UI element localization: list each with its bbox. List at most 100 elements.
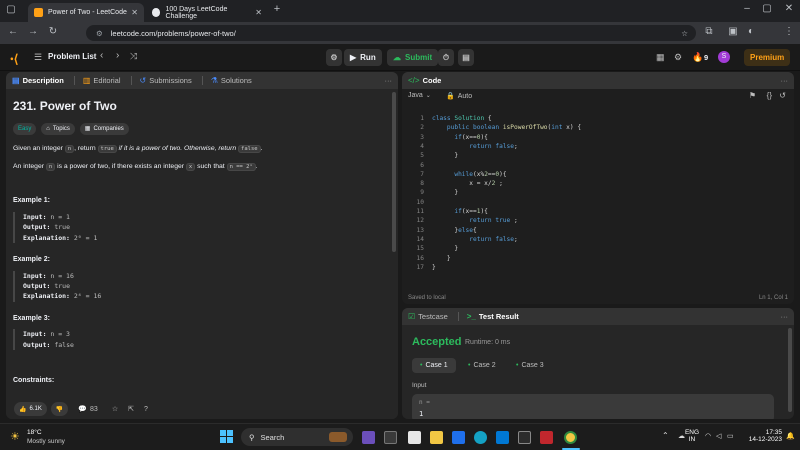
weather-sun-icon[interactable]: ☀ bbox=[10, 430, 20, 443]
code-line[interactable]: return false; bbox=[432, 235, 517, 244]
browser-tab-challenge[interactable]: 100 Days LeetCode Challenge ✕ bbox=[146, 3, 268, 22]
taskbar-search[interactable]: ⚲ Search bbox=[241, 428, 353, 446]
leetcode-logo-icon[interactable]: ꞏ⟨ bbox=[10, 50, 18, 67]
scrollbar[interactable] bbox=[788, 328, 792, 412]
tab-submissions[interactable]: ↺ Submissions bbox=[140, 76, 192, 85]
more-icon[interactable]: ··· bbox=[781, 312, 789, 321]
clock[interactable]: 17:35 14-12-2023 bbox=[742, 429, 782, 443]
tab-description[interactable]: ▤ Description bbox=[12, 76, 64, 85]
code-line[interactable]: }else{ bbox=[432, 226, 476, 235]
windows-start-icon[interactable] bbox=[220, 430, 233, 443]
bookmark-star-icon[interactable]: ☆ bbox=[681, 29, 688, 38]
battery-icon[interactable]: ▭ bbox=[727, 432, 734, 440]
more-icon[interactable]: ··· bbox=[385, 76, 393, 85]
comment-icon[interactable]: 💬 bbox=[78, 405, 87, 413]
extension-icon[interactable]: ⧉ bbox=[702, 26, 716, 37]
debug-icon[interactable]: ⚙ bbox=[326, 49, 342, 66]
dislike-button[interactable]: 👎 bbox=[50, 402, 69, 416]
format-braces-icon[interactable]: {} bbox=[767, 91, 772, 100]
close-icon[interactable]: ✕ bbox=[255, 8, 262, 17]
code-line[interactable]: } bbox=[432, 244, 458, 253]
code-line[interactable]: } bbox=[432, 254, 451, 263]
code-line[interactable]: } bbox=[432, 263, 436, 272]
address-bar[interactable]: ⚙ leetcode.com/problems/power-of-two/ ☆ bbox=[86, 25, 696, 41]
copilot-icon[interactable] bbox=[362, 431, 375, 444]
back-icon[interactable]: ← bbox=[6, 26, 20, 37]
tab-search-icon[interactable]: ▢ bbox=[4, 4, 18, 15]
prev-problem-icon[interactable]: ‹ bbox=[100, 50, 103, 61]
code-line[interactable]: if(x==0){ bbox=[432, 133, 488, 142]
file-explorer-icon[interactable] bbox=[430, 431, 443, 444]
close-icon[interactable]: ✕ bbox=[131, 8, 138, 17]
minimize-icon[interactable]: – bbox=[740, 3, 754, 14]
shuffle-icon[interactable]: ⤨ bbox=[130, 51, 137, 62]
case-tab-2[interactable]: • Case 2 bbox=[462, 358, 502, 373]
chevron-up-icon[interactable]: ⌃ bbox=[662, 431, 669, 440]
case-tab-1[interactable]: • Case 1 bbox=[412, 358, 456, 373]
notepad-icon[interactable] bbox=[408, 431, 421, 444]
share-icon[interactable]: ⇱ bbox=[128, 405, 134, 413]
code-line[interactable]: return true ; bbox=[432, 216, 517, 225]
layout-icon[interactable]: ▦ bbox=[656, 52, 665, 63]
like-button[interactable]: 👍 6.1K bbox=[14, 402, 47, 416]
reset-icon[interactable]: ↺ bbox=[779, 91, 786, 100]
code-line[interactable]: while(x%2==0){ bbox=[432, 170, 506, 179]
profile-icon[interactable]: ◐ bbox=[744, 26, 758, 37]
chrome-icon[interactable] bbox=[564, 431, 577, 444]
premium-button[interactable]: Premium bbox=[744, 49, 791, 66]
scrollbar[interactable] bbox=[392, 92, 396, 252]
wifi-icon[interactable]: ◠ bbox=[705, 432, 711, 440]
forward-icon[interactable]: → bbox=[26, 26, 40, 37]
notification-icon[interactable]: 🔔 bbox=[786, 432, 795, 440]
companies-tag[interactable]: ▦ Companies bbox=[79, 123, 129, 135]
vscode-icon[interactable] bbox=[518, 431, 531, 444]
volume-icon[interactable]: ◁ bbox=[716, 432, 721, 440]
browser-tab-leetcode[interactable]: Power of Two - LeetCode ✕ bbox=[28, 3, 144, 22]
bookmark-icon[interactable]: ⚑ bbox=[749, 91, 756, 100]
language-select[interactable]: Java ⌄ bbox=[408, 92, 431, 99]
edge-icon[interactable] bbox=[474, 431, 487, 444]
comment-count[interactable]: 83 bbox=[90, 406, 98, 413]
topics-tag[interactable]: ⌂ Topics bbox=[41, 123, 75, 135]
code-line[interactable]: if(x==1){ bbox=[432, 207, 488, 216]
weather-desc[interactable]: Mostly sunny bbox=[27, 438, 65, 445]
task-view-icon[interactable] bbox=[384, 431, 397, 444]
tab-editorial[interactable]: ▥ Editorial bbox=[83, 76, 121, 85]
word-icon[interactable] bbox=[452, 431, 465, 444]
code-line[interactable]: x = x/2 ; bbox=[432, 179, 503, 188]
maximize-icon[interactable]: ▢ bbox=[760, 3, 774, 14]
star-icon[interactable]: ☆ bbox=[112, 405, 118, 413]
next-problem-icon[interactable]: › bbox=[116, 50, 119, 61]
more-icon[interactable]: ··· bbox=[781, 76, 789, 85]
streak-count[interactable]: 9 bbox=[704, 53, 708, 62]
tab-solutions[interactable]: ⚗ Solutions bbox=[211, 76, 252, 85]
tab-testcase[interactable]: ☑ Testcase bbox=[408, 312, 448, 321]
new-tab-icon[interactable]: + bbox=[270, 3, 284, 15]
mcafee-icon[interactable] bbox=[540, 431, 553, 444]
code-line[interactable]: class Solution { bbox=[432, 114, 492, 123]
window-close-icon[interactable]: ✕ bbox=[782, 3, 796, 14]
case-tab-3[interactable]: • Case 3 bbox=[510, 358, 550, 373]
weather-temp[interactable]: 18°C bbox=[27, 429, 42, 436]
notes-icon[interactable]: ▤ bbox=[458, 49, 474, 66]
menu-dots-icon[interactable]: ⋮ bbox=[782, 26, 796, 37]
tab-grid-icon[interactable]: ▣ bbox=[726, 26, 740, 37]
settings-gear-icon[interactable]: ⚙ bbox=[674, 52, 682, 63]
problem-list-link[interactable]: Problem List bbox=[48, 52, 96, 61]
reload-icon[interactable]: ↻ bbox=[46, 26, 60, 37]
timer-icon[interactable]: ⏱ bbox=[438, 49, 454, 66]
tab-test-result[interactable]: >_ Test Result bbox=[467, 312, 519, 321]
user-avatar[interactable]: S bbox=[718, 51, 730, 63]
code-line[interactable]: } bbox=[432, 188, 458, 197]
language-indicator[interactable]: ENG IN bbox=[682, 429, 702, 443]
submit-button[interactable]: ☁ Submit bbox=[387, 49, 439, 66]
code-line[interactable]: return false; bbox=[432, 142, 517, 151]
store-icon[interactable] bbox=[496, 431, 509, 444]
auto-mode-toggle[interactable]: 🔒 Auto bbox=[446, 92, 472, 101]
run-button[interactable]: ▶ Run bbox=[344, 49, 382, 66]
help-icon[interactable]: ? bbox=[144, 406, 148, 413]
difficulty-badge[interactable]: Easy bbox=[13, 123, 37, 135]
code-line[interactable]: public boolean isPowerOfTwo(int x) { bbox=[432, 123, 581, 132]
site-info-icon[interactable]: ⚙ bbox=[96, 29, 103, 38]
code-line[interactable]: } bbox=[432, 151, 458, 160]
